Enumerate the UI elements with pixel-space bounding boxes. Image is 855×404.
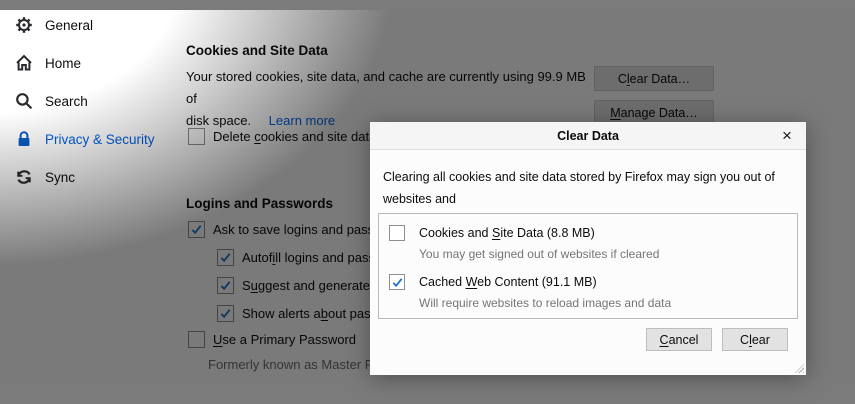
formerly-master-password-note: Formerly known as Master Pass: [208, 357, 394, 372]
learn-more-link[interactable]: Learn more: [269, 113, 335, 128]
checkmark-icon: [219, 307, 232, 320]
clear-data-page-button[interactable]: Clear Data…: [594, 66, 714, 91]
ask-to-save-row: Ask to save logins and passw: [188, 221, 384, 238]
cookies-site-data-label: Cookies and Site Data (8.8 MB): [419, 224, 659, 242]
checkmark-icon: [219, 279, 232, 292]
checkmark-icon: [219, 251, 232, 264]
ask-to-save-label: Ask to save logins and passw: [213, 222, 384, 237]
ask-to-save-checkbox[interactable]: [188, 221, 205, 238]
top-gray-strip: [0, 0, 855, 10]
cookies-site-data-checkbox[interactable]: [389, 225, 405, 241]
suggest-passwords-label: Suggest and generate s: [242, 278, 380, 293]
show-alerts-label: Show alerts about passw: [242, 306, 387, 321]
autofill-label: Autofill logins and passw: [242, 250, 384, 265]
dialog-header: Clear Data ×: [370, 122, 806, 150]
delete-cookies-label: Delete cookies and site data: [213, 129, 376, 144]
cookies-site-data-sublabel: You may get signed out of websites if cl…: [419, 245, 659, 263]
autofill-row: Autofill logins and passw: [217, 249, 384, 266]
autofill-checkbox[interactable]: [217, 249, 234, 266]
show-alerts-row: Show alerts about passw: [217, 305, 387, 322]
show-alerts-checkbox[interactable]: [217, 305, 234, 322]
cookies-usage-line2: disk space.: [186, 113, 251, 128]
clear-data-dialog: Clear Data × Clearing all cookies and si…: [370, 122, 806, 375]
checkmark-icon: [190, 223, 203, 236]
delete-cookies-checkbox-row: Delete cookies and site data: [188, 128, 376, 145]
close-icon[interactable]: ×: [776, 125, 798, 147]
use-primary-password-row: Use a Primary Password Lea: [188, 331, 392, 348]
suggest-passwords-row: Suggest and generate s: [217, 277, 380, 294]
delete-cookies-checkbox[interactable]: [188, 128, 205, 145]
cookies-section-heading: Cookies and Site Data: [186, 43, 328, 58]
logins-section-heading: Logins and Passwords: [186, 196, 333, 211]
use-primary-password-checkbox[interactable]: [188, 331, 205, 348]
clear-button[interactable]: Clear: [722, 328, 788, 351]
cached-web-content-option: Cached Web Content (91.1 MB) Will requir…: [389, 273, 671, 312]
suggest-passwords-checkbox[interactable]: [217, 277, 234, 294]
clear-options-group: Cookies and Site Data (8.8 MB) You may g…: [378, 213, 798, 319]
cached-web-content-sublabel: Will require websites to reload images a…: [419, 294, 671, 312]
checkmark-icon: [391, 276, 404, 289]
cookies-site-data-option: Cookies and Site Data (8.8 MB) You may g…: [389, 224, 659, 263]
dialog-description-line1: Clearing all cookies and site data store…: [383, 170, 775, 206]
resize-grip[interactable]: [795, 364, 804, 373]
firefox-preferences-screen: General Home Search Privacy & Security S…: [0, 0, 855, 404]
dialog-title: Clear Data: [557, 129, 619, 143]
cached-web-content-checkbox[interactable]: [389, 274, 405, 290]
cookies-usage-line1: Your stored cookies, site data, and cach…: [186, 69, 586, 106]
use-primary-password-label: Use a Primary Password: [213, 332, 356, 347]
cached-web-content-label: Cached Web Content (91.1 MB): [419, 273, 671, 291]
bottom-gray-strip: [0, 378, 855, 404]
cancel-button[interactable]: Cancel: [646, 328, 712, 351]
